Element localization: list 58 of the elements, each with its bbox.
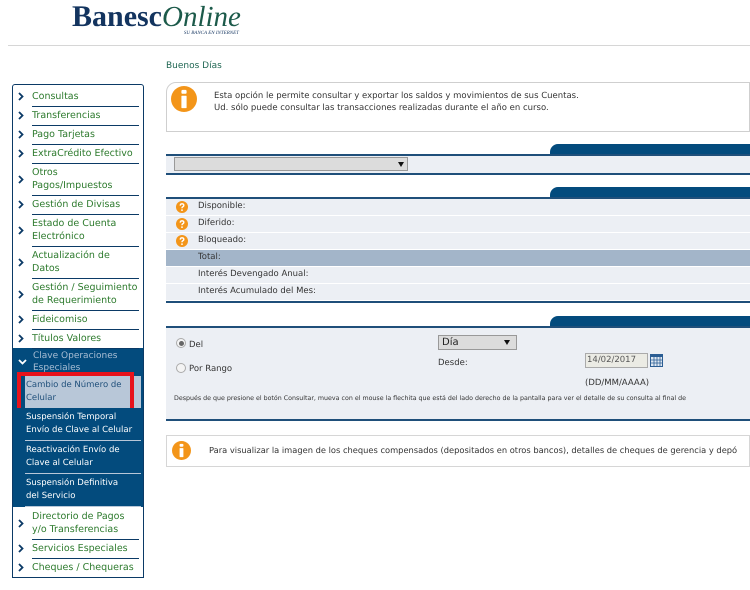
chevron-right-icon [18,258,24,266]
info-text: Esta opción le permite consultar y exportar los saldos y movimientos de sus Cuentas. [214,90,579,102]
date-field[interactable]: 14/02/2017 [585,352,648,368]
info-icon [171,86,197,112]
chevron-right-icon [18,130,24,139]
greeting: Buenos Días [166,60,223,73]
chevron-right-icon [18,544,24,553]
balance-label: Interés Devengado Anual: [198,268,308,281]
calendar-icon[interactable] [650,354,663,366]
chevron-right-icon [18,174,24,184]
balance-label: Total: [198,251,221,264]
chevron-right-icon [18,315,24,324]
chevron-right-icon [18,226,24,234]
chevron-right-icon [18,111,24,120]
info-icon [172,441,191,460]
chevron-down-icon [18,359,27,365]
sidebar-item[interactable]: Servicios Especiales [13,539,143,558]
help-icon[interactable] [176,234,188,246]
sidebar-item[interactable]: Fideicomiso [13,310,143,329]
period-select[interactable]: Día [438,334,517,350]
dropdown-arrow-icon [504,340,510,344]
chevron-right-icon [18,290,24,298]
from-label: Desde: [438,356,468,370]
radio-button[interactable] [176,363,186,374]
radio-button[interactable] [176,338,186,348]
chevron-right-icon [18,518,24,528]
sidebar-item[interactable]: Directorio de Pagos y/o Transferencias [13,507,143,539]
chevron-right-icon [18,149,24,158]
sidebar-item[interactable]: Transferencias [13,106,143,125]
balance-label: Diferido: [198,217,234,230]
balance-label: Interés Acumulado del Mes: [198,285,316,298]
date-format-hint: (DD/MM/AAAA) [585,376,650,390]
sidebar-item[interactable]: Actualización de Datos [13,246,143,278]
logo-text: Banesc [72,2,162,32]
radio-option[interactable]: Por Rango [176,360,232,376]
sidebar-item[interactable]: Cheques / Chequeras [13,558,143,577]
sidebar-item[interactable]: Consultas [13,87,143,106]
chevron-right-icon [18,200,24,209]
chevron-right-icon [18,563,24,572]
balance-label: Disponible: [198,200,246,213]
help-icon[interactable] [176,218,188,230]
sidebar-item[interactable]: Gestión / Seguimiento de Requerimiento [13,278,143,310]
sidebar-item[interactable]: ExtraCrédito Efectivo [13,144,143,163]
chevron-right-icon [18,334,24,343]
info-text: Para visualizar la imagen de los cheques compensados (depositados en otros bancos), detalles de cheques de gerencia y depó [209,444,738,457]
chevron-right-icon [18,92,24,101]
logo-text: Online [162,3,241,32]
help-icon[interactable] [176,200,188,212]
radio-option[interactable]: Del [176,336,232,352]
sidebar-item[interactable]: Estado de Cuenta Electrónico [13,214,143,246]
info-text: Ud. sólo puede consultar las transacciones realizadas durante el año en curso. [214,102,550,114]
sidebar-item[interactable]: Pago Tarjetas [13,125,143,144]
sidebar-item[interactable]: Otros Pagos/Impuestos [13,163,143,195]
sidebar-item[interactable]: Gestión de Divisas [13,195,143,214]
dropdown-arrow-icon [398,162,404,166]
balance-label: Bloqueado: [198,234,246,247]
account-select[interactable] [174,157,408,171]
submenu-item[interactable]: Cambio de Número de Celular [25,376,141,408]
